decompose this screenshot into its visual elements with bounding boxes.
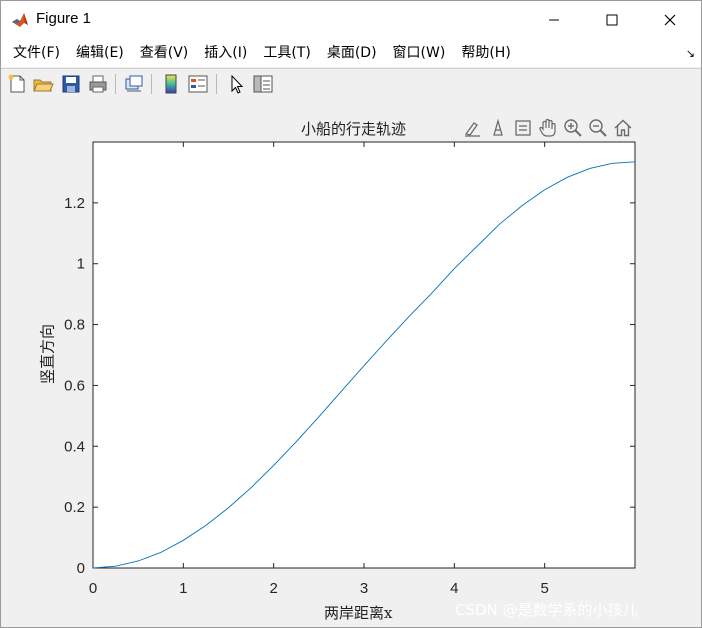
y-tick-label: 0 bbox=[77, 560, 85, 577]
y-tick-label: 1 bbox=[77, 256, 85, 273]
x-tick-label: 3 bbox=[360, 580, 368, 597]
y-axis-label: 竖直方向 bbox=[38, 323, 57, 385]
y-tick-label: 1.2 bbox=[64, 195, 85, 212]
x-tick-label: 0 bbox=[89, 580, 97, 597]
watermark: CSDN @是数学系的小孩儿 bbox=[455, 601, 638, 619]
y-tick-label: 0.2 bbox=[64, 499, 85, 516]
y-tick-label: 0.8 bbox=[64, 317, 85, 334]
figure-window: Figure 1 文件(F) 编辑(E) 查看(V) 插入(I) 工具(T) 桌… bbox=[0, 0, 702, 628]
x-tick-label: 4 bbox=[450, 580, 458, 597]
y-tick-label: 0.4 bbox=[64, 438, 85, 455]
y-tick-label: 0.6 bbox=[64, 377, 85, 394]
plot-axes[interactable]: 0 1 2 3 4 5 0 0.2 0.4 0.6 0.8 1 1.2 bbox=[1, 1, 701, 627]
x-axis-label: 两岸距离x bbox=[324, 604, 393, 622]
x-tick-label: 2 bbox=[269, 580, 277, 597]
axes-background bbox=[92, 141, 636, 569]
x-tick-label: 1 bbox=[179, 580, 187, 597]
x-tick-label: 5 bbox=[540, 580, 548, 597]
